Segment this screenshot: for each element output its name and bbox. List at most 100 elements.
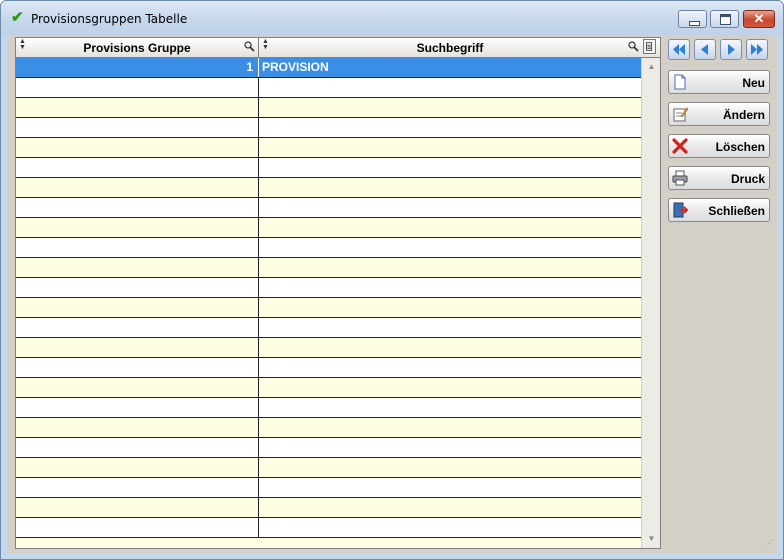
- cell-provisions-gruppe[interactable]: [16, 118, 259, 137]
- cell-suchbegriff[interactable]: [259, 178, 641, 197]
- cell-provisions-gruppe[interactable]: [16, 418, 259, 437]
- cell-provisions-gruppe[interactable]: [16, 78, 259, 97]
- cell-suchbegriff[interactable]: [259, 518, 641, 537]
- cell-provisions-gruppe[interactable]: [16, 138, 259, 157]
- last-record-button[interactable]: [746, 39, 768, 60]
- first-record-button[interactable]: [668, 39, 690, 60]
- table-row[interactable]: [16, 378, 641, 398]
- cell-suchbegriff[interactable]: [259, 298, 641, 317]
- cell-provisions-gruppe[interactable]: [16, 358, 259, 377]
- table-row[interactable]: [16, 298, 641, 318]
- cell-provisions-gruppe[interactable]: [16, 198, 259, 217]
- cell-suchbegriff[interactable]: [259, 158, 641, 177]
- cell-suchbegriff[interactable]: [259, 478, 641, 497]
- sort-icon[interactable]: ▲ ▼: [262, 38, 269, 51]
- table-row[interactable]: [16, 218, 641, 238]
- resize-grip-icon[interactable]: ⋰: [765, 540, 775, 551]
- edit-button[interactable]: Ändern: [668, 102, 770, 126]
- cell-suchbegriff[interactable]: [259, 458, 641, 477]
- cell-provisions-gruppe[interactable]: [16, 298, 259, 317]
- minimize-button[interactable]: [678, 10, 707, 28]
- table-row[interactable]: [16, 258, 641, 278]
- table-row[interactable]: [16, 98, 641, 118]
- cell-suchbegriff[interactable]: [259, 258, 641, 277]
- cell-suchbegriff[interactable]: [259, 138, 641, 157]
- table-row[interactable]: [16, 138, 641, 158]
- close-button[interactable]: ✕: [743, 10, 775, 28]
- cell-suchbegriff[interactable]: [259, 438, 641, 457]
- close-window-button[interactable]: Schließen: [668, 198, 770, 222]
- cell-provisions-gruppe[interactable]: [16, 238, 259, 257]
- cell-provisions-gruppe[interactable]: [16, 458, 259, 477]
- table-row[interactable]: [16, 278, 641, 298]
- previous-record-button[interactable]: [694, 39, 716, 60]
- table-row[interactable]: [16, 358, 641, 378]
- cell-provisions-gruppe[interactable]: [16, 338, 259, 357]
- sort-icon[interactable]: ▲ ▼: [19, 38, 26, 51]
- cell-suchbegriff[interactable]: [259, 278, 641, 297]
- column-header-provisions-gruppe[interactable]: ▲ ▼ Provisions Gruppe: [16, 38, 259, 57]
- cell-provisions-gruppe[interactable]: [16, 218, 259, 237]
- cell-suchbegriff[interactable]: [259, 318, 641, 337]
- table-row[interactable]: [16, 338, 641, 358]
- cell-suchbegriff[interactable]: [259, 338, 641, 357]
- cell-suchbegriff[interactable]: [259, 98, 641, 117]
- table-row[interactable]: 1 PROVISION: [16, 58, 641, 78]
- cell-suchbegriff[interactable]: [259, 78, 641, 97]
- cell-suchbegriff[interactable]: [259, 378, 641, 397]
- next-record-button[interactable]: [720, 39, 742, 60]
- table-row[interactable]: [16, 518, 641, 538]
- cell-provisions-gruppe[interactable]: [16, 398, 259, 417]
- table-row[interactable]: [16, 318, 641, 338]
- table-row[interactable]: [16, 78, 641, 98]
- cell-suchbegriff[interactable]: [259, 418, 641, 437]
- scroll-down-icon[interactable]: ▼: [642, 532, 660, 546]
- search-icon[interactable]: [244, 41, 255, 52]
- table-row[interactable]: [16, 158, 641, 178]
- delete-button[interactable]: Löschen: [668, 134, 770, 158]
- column-chooser-icon[interactable]: [643, 39, 656, 54]
- cell-provisions-gruppe[interactable]: [16, 378, 259, 397]
- cell-provisions-gruppe[interactable]: [16, 478, 259, 497]
- cell-provisions-gruppe[interactable]: [16, 438, 259, 457]
- cell-provisions-gruppe[interactable]: [16, 98, 259, 117]
- cell-suchbegriff[interactable]: [259, 118, 641, 137]
- cell-provisions-gruppe[interactable]: [16, 518, 259, 537]
- cell-provisions-gruppe[interactable]: 1: [16, 58, 259, 77]
- cell-suchbegriff[interactable]: PROVISION: [259, 58, 641, 77]
- cell-provisions-gruppe[interactable]: [16, 158, 259, 177]
- cell-provisions-gruppe[interactable]: [16, 258, 259, 277]
- cell-suchbegriff[interactable]: [259, 218, 641, 237]
- cell-suchbegriff[interactable]: [259, 358, 641, 377]
- column-header-suchbegriff[interactable]: ▲ ▼ Suchbegriff: [259, 38, 641, 57]
- title-bar[interactable]: ✔ Provisionsgruppen Tabelle ✕: [1, 1, 783, 35]
- table-row[interactable]: [16, 438, 641, 458]
- cell-provisions-gruppe[interactable]: [16, 278, 259, 297]
- table-row[interactable]: [16, 198, 641, 218]
- table-row[interactable]: [16, 418, 641, 438]
- maximize-button[interactable]: [710, 10, 739, 28]
- table-row[interactable]: [16, 238, 641, 258]
- edit-icon: [673, 107, 688, 122]
- vertical-scrollbar[interactable]: ▲ ▼: [641, 58, 660, 548]
- table-row[interactable]: [16, 178, 641, 198]
- cell-provisions-gruppe[interactable]: [16, 318, 259, 337]
- cell-suchbegriff[interactable]: [259, 498, 641, 517]
- cell-suchbegriff[interactable]: [259, 198, 641, 217]
- cell-provisions-gruppe[interactable]: [16, 178, 259, 197]
- new-button[interactable]: Neu: [668, 70, 770, 94]
- table-row[interactable]: [16, 498, 641, 518]
- cell-suchbegriff[interactable]: [259, 238, 641, 257]
- cell-suchbegriff[interactable]: [259, 398, 641, 417]
- close-icon: ✕: [753, 11, 765, 26]
- minimize-icon: [679, 11, 706, 27]
- table-row[interactable]: [16, 458, 641, 478]
- table-row[interactable]: [16, 478, 641, 498]
- new-button-label: Neu: [742, 76, 765, 90]
- table-row[interactable]: [16, 398, 641, 418]
- search-icon[interactable]: [628, 41, 639, 52]
- scroll-up-icon[interactable]: ▲: [642, 60, 660, 74]
- table-row[interactable]: [16, 118, 641, 138]
- cell-provisions-gruppe[interactable]: [16, 498, 259, 517]
- print-button[interactable]: Druck: [668, 166, 770, 190]
